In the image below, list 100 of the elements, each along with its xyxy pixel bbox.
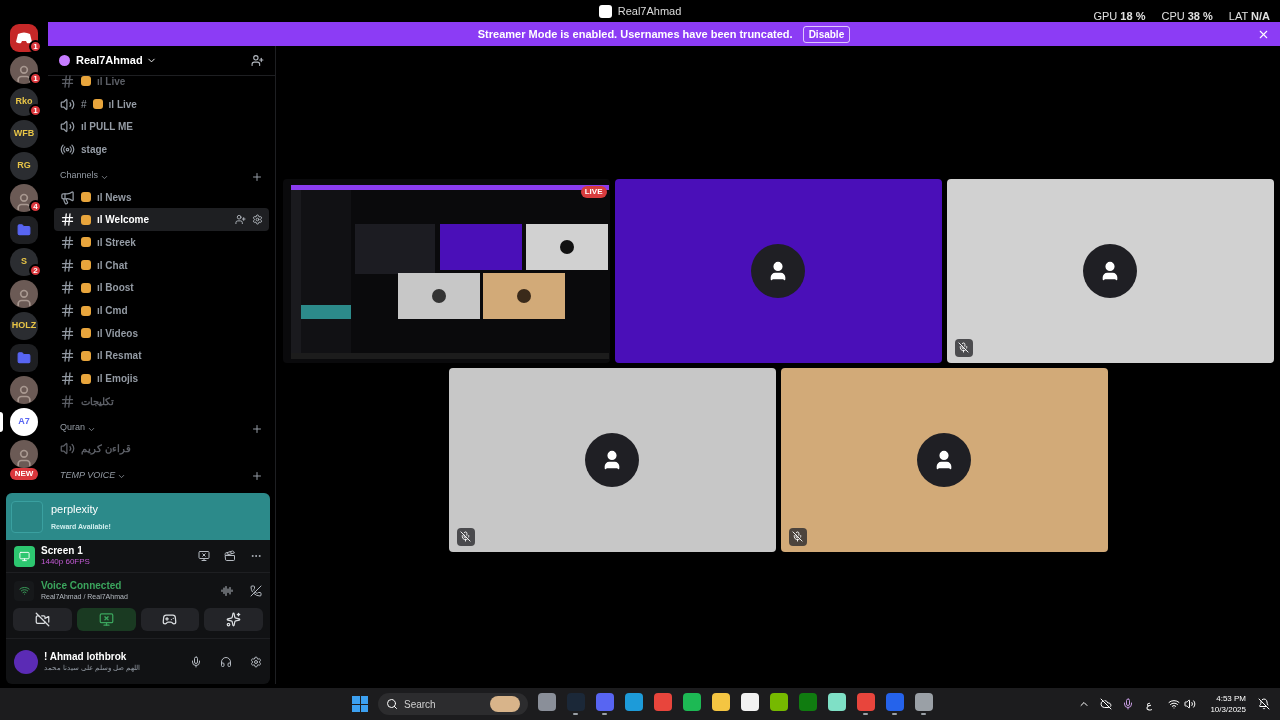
mic-icon[interactable] xyxy=(1122,698,1135,710)
category-header[interactable]: Channels xyxy=(60,169,99,183)
voice-control-button[interactable] xyxy=(204,608,263,631)
category-header[interactable]: Quran xyxy=(60,421,85,435)
cloud-off-icon[interactable] xyxy=(1100,698,1113,710)
speaker-icon xyxy=(60,441,75,457)
megaphone-icon xyxy=(60,189,75,205)
channel-item[interactable]: ıl Chat xyxy=(54,253,269,277)
gamepad-icon xyxy=(162,612,178,627)
window-title: Real7Ahmad xyxy=(617,3,682,19)
add-channel-icon[interactable] xyxy=(251,422,263,435)
hash-icon xyxy=(60,280,75,296)
mic-off-icon xyxy=(954,338,973,357)
running-indicator xyxy=(573,713,578,715)
server-icon[interactable]: WFB xyxy=(10,120,38,148)
unread-badge: 4 xyxy=(29,200,42,213)
server-icon xyxy=(59,55,70,66)
running-indicator xyxy=(602,713,607,715)
hash-icon xyxy=(60,73,75,89)
channel-name: تكليجات xyxy=(81,394,114,409)
server-avatar[interactable] xyxy=(10,280,38,308)
unread-badge: 1 xyxy=(29,104,42,117)
emoji-icon xyxy=(81,328,91,339)
clapperboard-icon[interactable] xyxy=(224,550,236,562)
stream-icon xyxy=(14,545,35,567)
channel-item[interactable]: ıl Videos xyxy=(54,321,269,345)
taskbar-app-icon[interactable] xyxy=(769,693,788,711)
channel-item[interactable]: # ıl Live xyxy=(54,92,269,116)
video-tile[interactable] xyxy=(614,178,942,363)
disconnect-icon[interactable] xyxy=(250,584,262,597)
channel-item[interactable]: ıl Resmat xyxy=(54,344,269,368)
volume-icon[interactable] xyxy=(1184,698,1197,710)
server-folder[interactable] xyxy=(10,216,38,244)
mic-off-icon xyxy=(788,527,807,546)
clock-time[interactable]: 4:53 PM xyxy=(1216,693,1246,704)
channel-item[interactable]: stage xyxy=(54,138,269,161)
add-channel-icon[interactable] xyxy=(251,170,263,183)
video-tile[interactable] xyxy=(946,178,1274,363)
settings-icon[interactable] xyxy=(252,214,263,226)
video-tile[interactable]: LIVE xyxy=(282,178,610,363)
video-tile[interactable] xyxy=(448,367,776,552)
search-field[interactable]: Search xyxy=(378,693,528,715)
taskbar-app-icon[interactable] xyxy=(914,693,933,711)
start-icon[interactable] xyxy=(352,696,368,712)
channel-item[interactable]: ıl Streek xyxy=(54,231,269,254)
channel-item[interactable]: ıl PULL ME xyxy=(54,115,269,139)
stream-quality: 1440p 60FPS xyxy=(41,557,90,567)
stop-stream-icon[interactable] xyxy=(198,550,210,562)
server-icon[interactable]: HOLZ xyxy=(10,312,38,340)
headphones-icon[interactable] xyxy=(220,655,232,668)
hash-icon xyxy=(60,212,75,228)
channel-name: ıl Live xyxy=(108,97,137,112)
server-avatar[interactable] xyxy=(10,56,38,84)
app-icon xyxy=(598,4,612,18)
emoji-icon xyxy=(81,373,91,384)
taskbar-app-icon[interactable] xyxy=(740,693,759,711)
voice-control-button[interactable] xyxy=(140,608,200,631)
invite-icon[interactable] xyxy=(235,214,246,226)
server-name[interactable]: Real7Ahmad xyxy=(76,52,157,69)
server-avatar[interactable] xyxy=(10,184,38,212)
server-avatar[interactable] xyxy=(10,440,38,468)
hash-icon xyxy=(60,257,75,273)
channel-name: ıl Live xyxy=(97,74,126,89)
server-icon[interactable]: A7 xyxy=(10,408,38,436)
invite-icon[interactable] xyxy=(251,54,264,67)
mic-icon[interactable] xyxy=(190,655,202,668)
server-icon[interactable] xyxy=(10,24,38,52)
channel-item[interactable]: ıl Welcome xyxy=(54,208,269,232)
channel-item[interactable]: ıl Emojis xyxy=(54,367,269,390)
notification-icon[interactable] xyxy=(1258,698,1270,710)
add-channel-icon[interactable] xyxy=(251,470,263,483)
wifi-icon[interactable] xyxy=(1168,698,1181,710)
hash-icon xyxy=(60,303,75,319)
server-icon[interactable]: RG xyxy=(10,152,38,180)
channel-item[interactable]: ıl News xyxy=(54,185,269,209)
taskbar-app-icon[interactable] xyxy=(711,693,730,711)
channel-name: stage xyxy=(81,142,108,157)
channel-name: ıl PULL ME xyxy=(81,120,134,135)
channel-item[interactable]: ıl Boost xyxy=(54,276,269,300)
voice-control-button[interactable] xyxy=(76,608,136,631)
video-tile[interactable] xyxy=(780,367,1108,552)
overlay-stat: LAT N/A xyxy=(1228,9,1270,24)
server-avatar[interactable] xyxy=(10,376,38,404)
activity-title: perplexity xyxy=(51,502,100,517)
taskbar-app-icon[interactable] xyxy=(827,693,846,711)
screen-share-icon xyxy=(98,612,114,627)
settings-icon[interactable] xyxy=(250,655,262,668)
voice-control-button[interactable] xyxy=(13,608,72,631)
language-indicator[interactable]: ع xyxy=(1146,696,1153,712)
disable-button[interactable]: Disable xyxy=(802,25,851,43)
channel-name: قراءن كريم xyxy=(81,442,131,457)
taskbar-app-icon[interactable] xyxy=(682,693,701,711)
server-folder[interactable] xyxy=(10,344,38,372)
user-avatar xyxy=(751,243,805,298)
unread-badge: 1 xyxy=(29,40,42,53)
category-header[interactable]: TEMP VOICE xyxy=(60,468,116,483)
search-icon xyxy=(386,698,398,710)
channel-item[interactable]: ıl Cmd xyxy=(54,299,269,322)
clock-date[interactable]: 10/3/2025 xyxy=(1210,704,1246,715)
noise-suppression-icon[interactable] xyxy=(221,584,233,597)
